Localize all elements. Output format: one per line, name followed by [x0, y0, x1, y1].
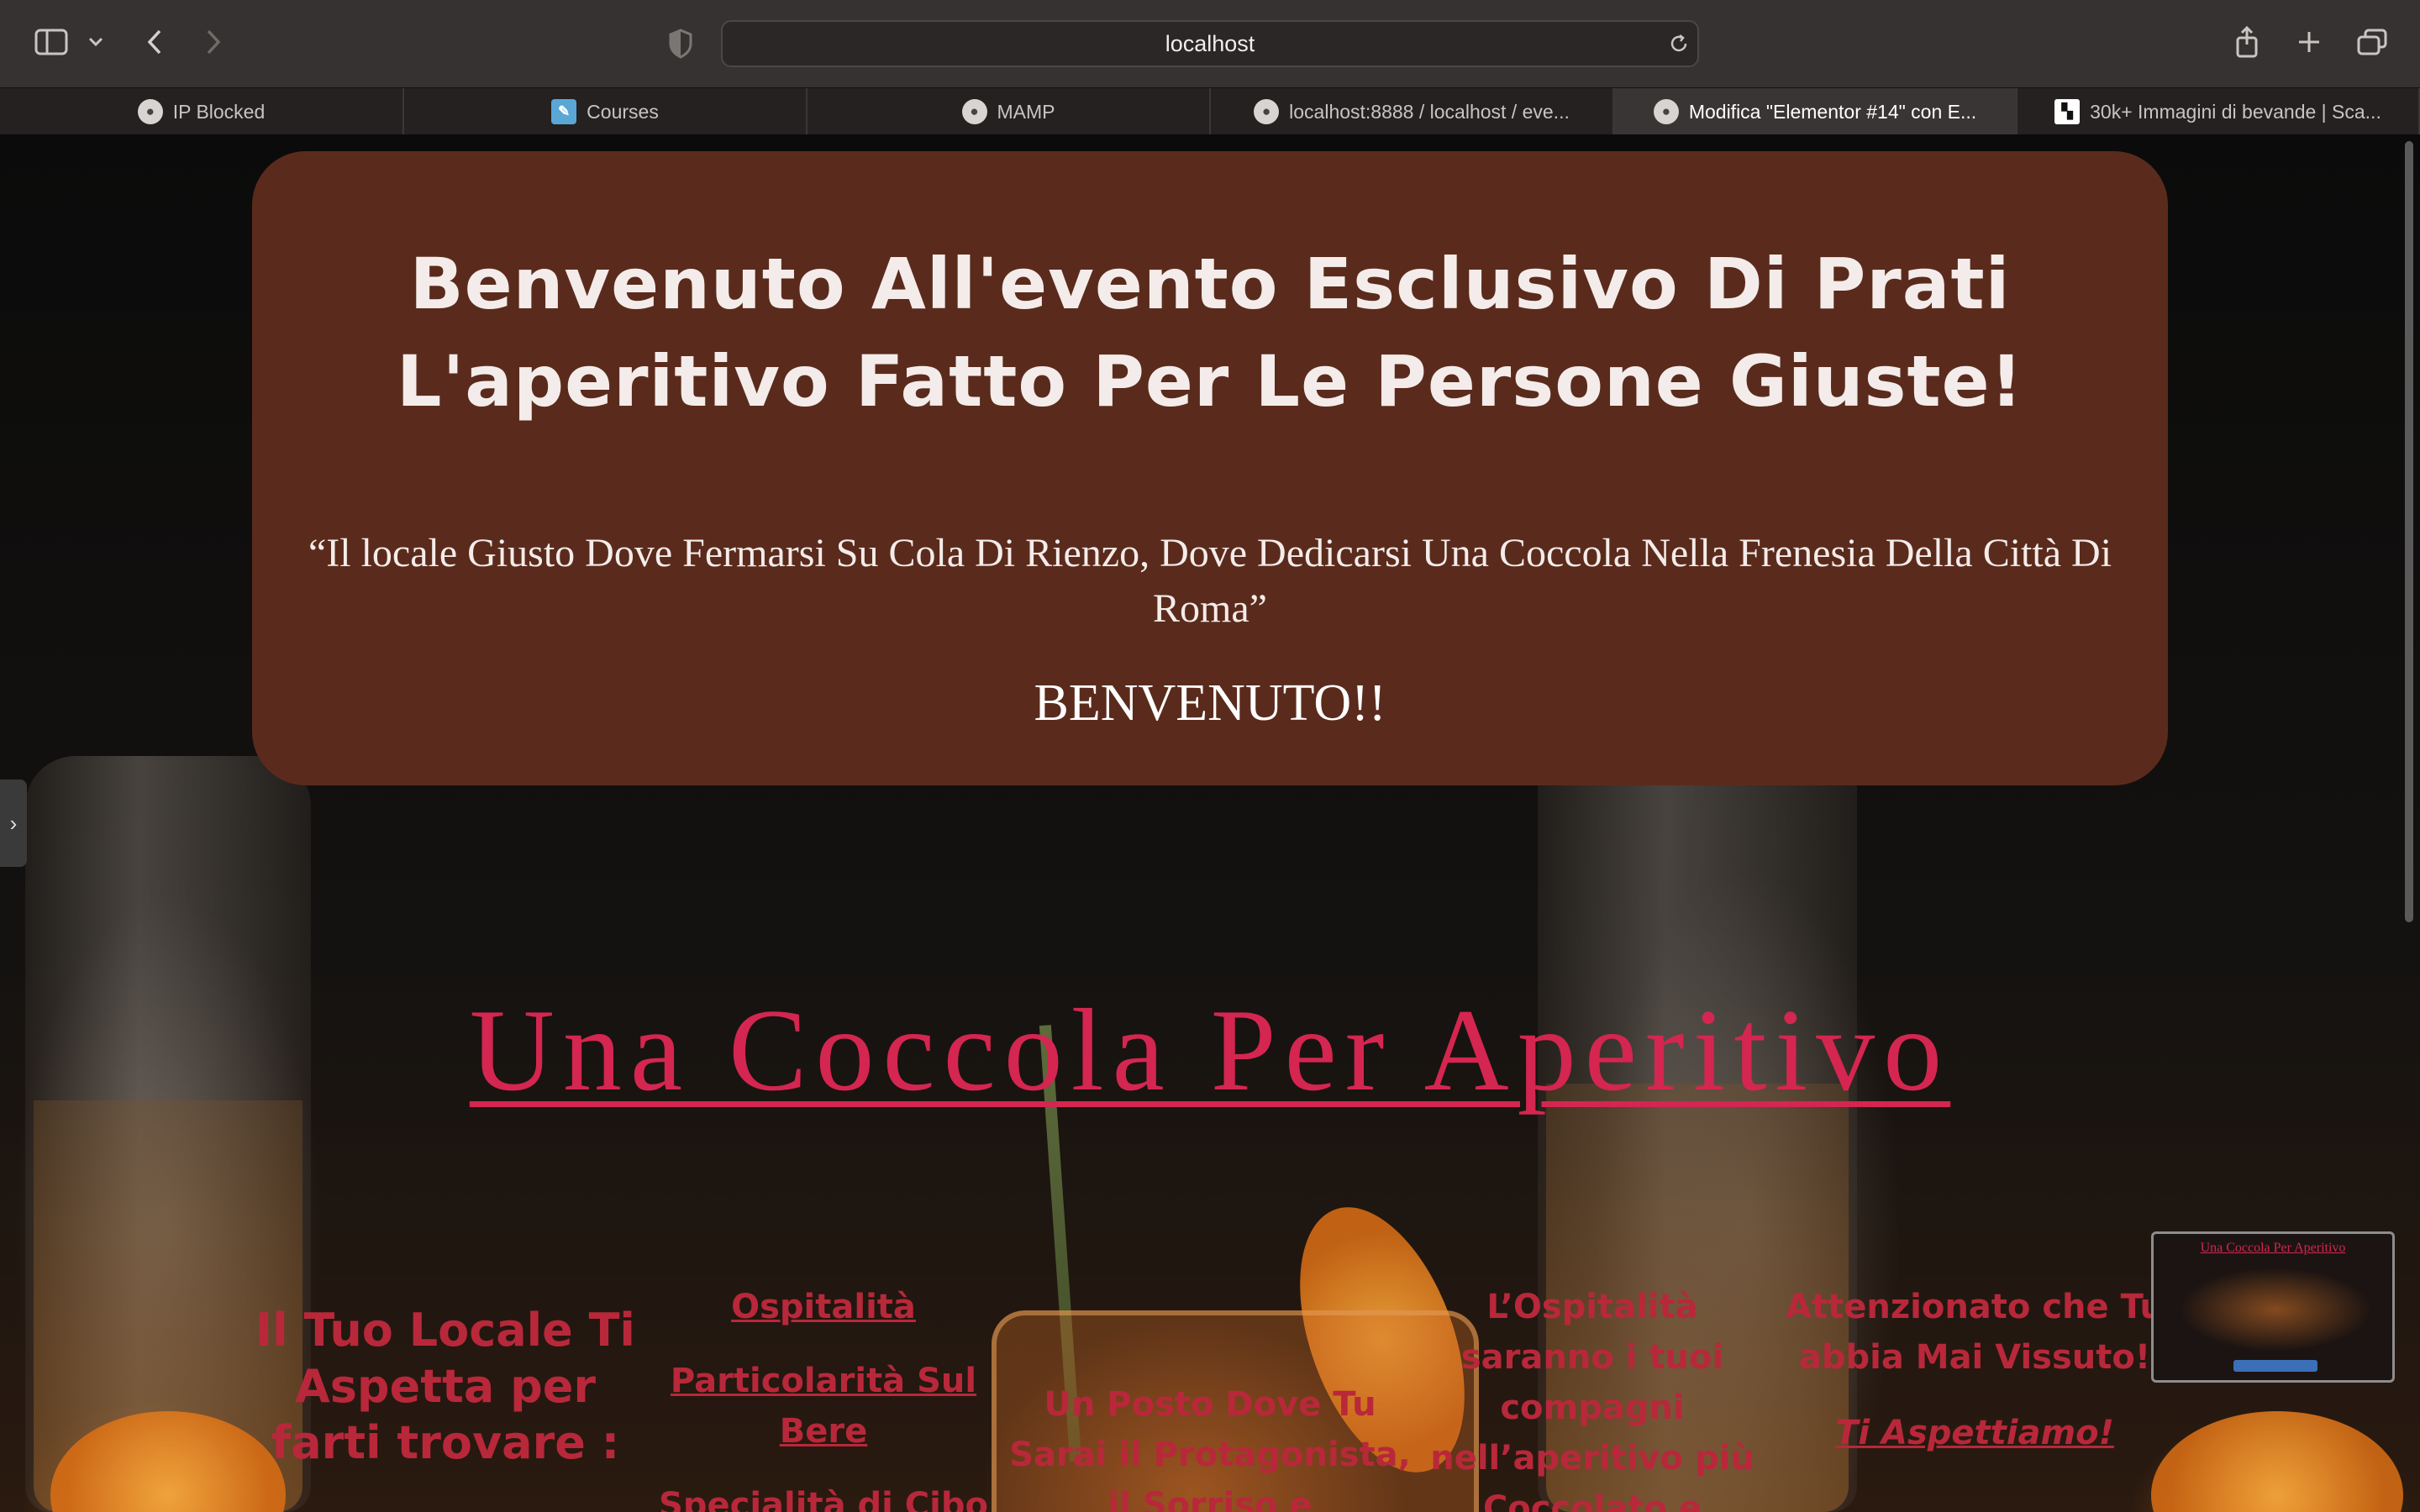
chevron-right-icon: › — [9, 810, 18, 836]
mamp-favicon-icon: ● — [1653, 99, 1679, 124]
sidebar-expand-handle[interactable]: › — [0, 780, 27, 867]
page-viewport: Benvenuto All'evento Esclusivo Di Prati … — [0, 134, 2420, 1512]
attention-text: Attenzionato che Tu abbia Mai Vissuto! — [1786, 1288, 2164, 1377]
tab-bar: ● IP Blocked ✎ Courses ● MAMP ● localhos… — [0, 87, 2420, 135]
privacy-shield-icon[interactable] — [664, 25, 697, 62]
tab-label: 30k+ Immagini di bevande | Sca... — [2090, 100, 2381, 123]
tab-label: MAMP — [997, 100, 1055, 123]
link-ospitalita[interactable]: Ospitalità — [639, 1282, 1008, 1332]
tab-courses[interactable]: ✎ Courses — [404, 88, 808, 135]
scrollbar-thumb[interactable] — [2405, 141, 2413, 922]
page-preview-thumbnail[interactable]: Una Coccola Per Aperitivo — [2151, 1231, 2395, 1383]
mamp-favicon-icon: ● — [961, 99, 987, 124]
protagonist-text: Un Posto Dove Tu Sarai il Protagonista, … — [1009, 1385, 1411, 1512]
sidebar-toggle-icon[interactable] — [32, 25, 71, 59]
tab-label: Modifica "Elementor #14" con E... — [1688, 100, 1977, 123]
hospitality-text: L’Ospitalità saranno i tuoi compagni nel… — [1430, 1288, 1754, 1512]
share-icon[interactable] — [2230, 24, 2264, 60]
reload-icon[interactable] — [1665, 30, 1692, 57]
features-links: Ospitalità Particolarità Sul Bere Specia… — [639, 1282, 1008, 1512]
link-particolarita-bere[interactable]: Particolarità Sul Bere — [639, 1356, 1008, 1457]
preview-title: Una Coccola Per Aperitivo — [2200, 1241, 2346, 1255]
hero-card: Benvenuto All'evento Esclusivo Di Prati … — [252, 151, 2168, 785]
hero-welcome: BENVENUTO!! — [1034, 675, 1386, 732]
tab-label: localhost:8888 / localhost / eve... — [1289, 100, 1570, 123]
preview-glow — [2179, 1268, 2372, 1352]
url-text: localhost — [1165, 30, 1255, 56]
mamp-favicon-icon: ● — [137, 99, 163, 124]
hero-title-line1: Benvenuto All'evento Esclusivo Di Prati — [409, 243, 2011, 325]
mamp-favicon-icon: ● — [1254, 99, 1280, 124]
browser-toolbar: localhost — [0, 0, 2420, 87]
forward-arrow-icon[interactable] — [198, 25, 229, 59]
link-specialita-cibo[interactable]: Specialità di Cibo — [639, 1480, 1008, 1512]
tab-mamp[interactable]: ● MAMP — [808, 88, 1211, 135]
section-heading-link[interactable]: Una Coccola Per Aperitivo — [0, 983, 2420, 1118]
chevron-down-icon[interactable] — [84, 30, 108, 54]
preview-button — [2233, 1360, 2317, 1372]
hero-title-line2: L'aperitivo Fatto Per Le Persone Giuste! — [397, 340, 2023, 423]
address-bar[interactable]: localhost — [721, 20, 1699, 67]
tab-ip-blocked[interactable]: ● IP Blocked — [0, 88, 404, 135]
attention-block: Attenzionato che Tu abbia Mai Vissuto! T… — [1773, 1282, 2176, 1458]
hero-title: Benvenuto All'evento Esclusivo Di Prati … — [252, 235, 2168, 430]
courses-favicon-icon: ✎ — [551, 99, 577, 124]
locale-intro-text: Il Tuo Locale Ti Aspetta per farti trova… — [255, 1304, 635, 1469]
tab-bevande-images[interactable]: ▚ 30k+ Immagini di bevande | Sca... — [2018, 88, 2420, 135]
tab-elementor-editor[interactable]: ● Modifica "Elementor #14" con E... — [1614, 88, 2018, 135]
tab-overview-icon[interactable] — [2354, 25, 2390, 59]
tab-label: Courses — [587, 100, 659, 123]
tab-phpmyadmin[interactable]: ● localhost:8888 / localhost / eve... — [1211, 88, 1614, 135]
tab-label: IP Blocked — [172, 100, 266, 123]
background-orange-right — [2151, 1411, 2403, 1512]
new-tab-plus-icon[interactable] — [2292, 25, 2326, 59]
hero-quote: “Il locale Giusto Dove Fermarsi Su Cola … — [308, 531, 2112, 631]
ti-aspettiamo-link[interactable]: Ti Aspettiamo! — [1773, 1408, 2176, 1458]
checker-favicon-icon: ▚ — [2054, 99, 2081, 124]
back-arrow-icon[interactable] — [139, 25, 170, 59]
